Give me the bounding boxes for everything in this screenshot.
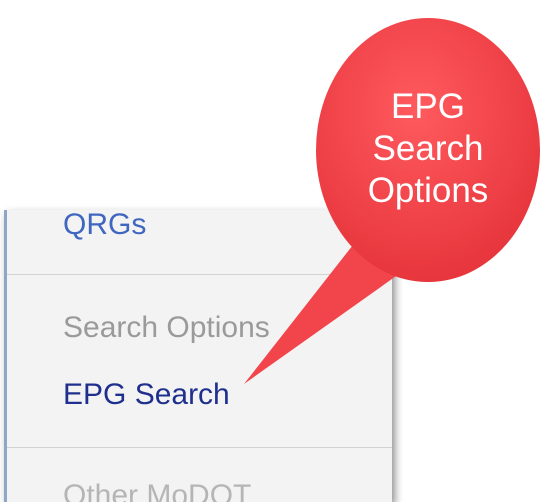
- menu-item-qrgs[interactable]: QRGs: [63, 210, 146, 243]
- menu-item-epg-search[interactable]: EPG Search: [63, 377, 230, 413]
- callout-line: EPG: [391, 87, 465, 126]
- screenshot-stage: QRGs Search Options EPG Search Other MoD…: [0, 0, 541, 502]
- menu-section-header-other-modot: Other MoDOT: [63, 479, 252, 502]
- dropdown-menu-panel: QRGs Search Options EPG Search Other MoD…: [4, 210, 392, 502]
- callout-line: Search: [372, 129, 484, 168]
- menu-section-header-search-options: Search Options: [63, 311, 270, 344]
- callout-line: Options: [367, 171, 489, 210]
- menu-divider: [7, 274, 392, 275]
- menu-divider: [7, 447, 392, 448]
- callout-text: EPG Search Options: [320, 86, 536, 212]
